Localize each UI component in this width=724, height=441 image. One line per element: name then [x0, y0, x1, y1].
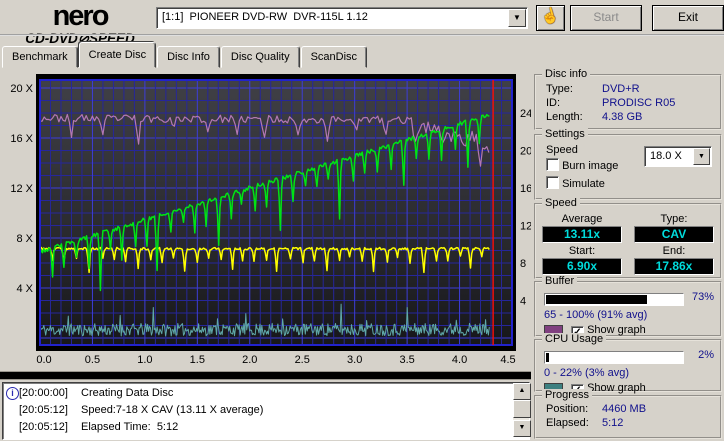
buffer-group: Buffer 73% 65 - 100% (91% avg) ✓ Show gr… — [534, 275, 722, 339]
progress-position-value: 4460 MB — [602, 403, 647, 415]
disc-id-row: ID: PRODISC R05 — [546, 97, 676, 109]
disc-length-row: Length: 4.38 GB — [546, 111, 643, 123]
tab-bar: Benchmark Create Disc Disc Info Disc Qua… — [2, 42, 368, 68]
cpu-usage-group: CPU Usage 2% 0 - 22% (3% avg) ✓ Show gra… — [534, 333, 722, 397]
start-button[interactable]: Start — [570, 5, 642, 31]
disc-id-value: PRODISC R05 — [602, 97, 676, 109]
log-box: i [20:00:00] Creating Data Disc [20:05:1… — [2, 382, 531, 440]
svg-text:8: 8 — [520, 258, 526, 270]
nero-logo: nero CD-DVD⊘SPEED — [6, 2, 154, 46]
progress-group: Progress Position: 4460 MB Elapsed: 5:12 — [534, 389, 722, 439]
simulate-option[interactable]: Simulate — [536, 174, 720, 192]
simulate-checkbox[interactable] — [546, 176, 559, 189]
eject-button[interactable]: ☝ — [536, 5, 565, 31]
info-icon: i — [6, 387, 19, 400]
svg-text:2.5: 2.5 — [295, 354, 310, 366]
svg-text:16: 16 — [520, 183, 531, 195]
svg-text:1.5: 1.5 — [190, 354, 205, 366]
burn-image-checkbox[interactable] — [546, 158, 559, 171]
chevron-down-icon[interactable]: ▼ — [693, 148, 710, 165]
log-entry: [20:05:12] Speed:7-18 X CAV (13.11 X ave… — [19, 404, 264, 416]
cpu-bar — [544, 351, 684, 364]
speed-end: End: 17.86x — [628, 245, 720, 275]
tab-scandisc[interactable]: ScanDisc — [300, 46, 368, 68]
speed-average: Average 13.11x — [536, 213, 628, 243]
cpu-percent: 2% — [698, 349, 714, 361]
speed-type-value: CAV — [634, 226, 714, 243]
burn-speed-chart: 20 X 16 X 12 X 8 X 4 X 24 20 16 12 8 4 0.0 0.5 1.0 1.5… — [10, 74, 531, 366]
svg-text:24: 24 — [520, 108, 531, 120]
tab-create-disc[interactable]: Create Disc — [78, 42, 157, 68]
progress-position-row: Position: 4460 MB — [546, 403, 647, 415]
scrollbar-thumb[interactable] — [513, 400, 531, 418]
log-entry: i [20:00:00] Creating Data Disc — [6, 385, 511, 402]
speed-start: Start: 6.90x — [536, 245, 628, 275]
log-scrollbar[interactable]: ▲ ▼ — [513, 383, 531, 437]
buffer-bar — [544, 293, 684, 306]
svg-text:8 X: 8 X — [16, 233, 33, 245]
speed-group-title: Speed — [542, 197, 580, 209]
progress-title: Progress — [542, 389, 593, 401]
speed-end-value: 17.86x — [634, 258, 714, 275]
disc-type-row: Type: DVD+R — [546, 83, 640, 95]
panel-separator — [0, 371, 531, 380]
cpu-usage-title: CPU Usage — [542, 333, 607, 345]
svg-text:12 X: 12 X — [10, 183, 33, 195]
speed-average-value: 13.11x — [542, 226, 622, 243]
buffer-range: 65 - 100% (91% avg) — [544, 309, 648, 321]
svg-text:4.5: 4.5 — [500, 354, 515, 366]
log-entry: [20:05:12] Elapsed Time: 5:12 — [19, 421, 179, 433]
header-separator — [0, 34, 724, 36]
buffer-title: Buffer — [542, 275, 578, 287]
svg-text:20: 20 — [520, 145, 531, 157]
svg-text:16 X: 16 X — [10, 133, 33, 145]
drive-select-value: [1:1] PIONEER DVD-RW DVR-115L 1.12 — [162, 11, 368, 23]
svg-text:3.0: 3.0 — [347, 354, 362, 366]
speed-select-value: 18.0 X — [650, 150, 682, 162]
speed-start-value: 6.90x — [542, 258, 622, 275]
speed-type: Type: CAV — [628, 213, 720, 243]
svg-text:4.0: 4.0 — [452, 354, 467, 366]
tab-disc-quality[interactable]: Disc Quality — [220, 46, 300, 68]
settings-title: Settings — [542, 128, 588, 140]
scroll-up-icon[interactable]: ▲ — [513, 383, 531, 400]
disc-length-value: 4.38 GB — [602, 111, 643, 123]
nero-logo-text: nero — [52, 0, 110, 32]
chevron-down-icon[interactable]: ▼ — [508, 9, 526, 27]
nero-cd-dvd-speed-window: nero CD-DVD⊘SPEED [1:1] PIONEER DVD-RW D… — [0, 0, 724, 441]
exit-button[interactable]: Exit — [652, 5, 724, 31]
disc-info-title: Disc info — [542, 68, 591, 80]
svg-text:0.5: 0.5 — [85, 354, 100, 366]
disc-type-value: DVD+R — [602, 83, 640, 95]
buffer-percent: 73% — [691, 291, 714, 303]
settings-group: Settings Speed 18.0 X ▼ Burn image Simul… — [534, 128, 722, 200]
progress-elapsed-value: 5:12 — [602, 417, 624, 429]
svg-text:20 X: 20 X — [10, 83, 33, 95]
tab-benchmark[interactable]: Benchmark — [2, 46, 78, 68]
scroll-down-icon[interactable]: ▼ — [513, 420, 531, 437]
tab-disc-info[interactable]: Disc Info — [157, 46, 220, 68]
svg-text:3.5: 3.5 — [399, 354, 414, 366]
drive-select[interactable]: [1:1] PIONEER DVD-RW DVR-115L 1.12 ▼ — [156, 7, 528, 29]
speed-group: Speed Average 13.11x Type: CAV Start: 6.… — [534, 197, 722, 279]
svg-text:1.0: 1.0 — [137, 354, 152, 366]
svg-text:2.0: 2.0 — [242, 354, 257, 366]
hand-icon: ☝ — [539, 5, 562, 28]
svg-text:12: 12 — [520, 220, 531, 232]
disc-info-group: Disc info Type: DVD+R ID: PRODISC R05 Le… — [534, 68, 722, 130]
progress-elapsed-row: Elapsed: 5:12 — [546, 417, 624, 429]
svg-text:0.0: 0.0 — [36, 354, 51, 366]
cpu-range: 0 - 22% (3% avg) — [544, 367, 629, 379]
speed-select[interactable]: 18.0 X ▼ — [644, 146, 712, 167]
svg-text:4 X: 4 X — [16, 283, 33, 295]
svg-text:4: 4 — [520, 295, 526, 307]
